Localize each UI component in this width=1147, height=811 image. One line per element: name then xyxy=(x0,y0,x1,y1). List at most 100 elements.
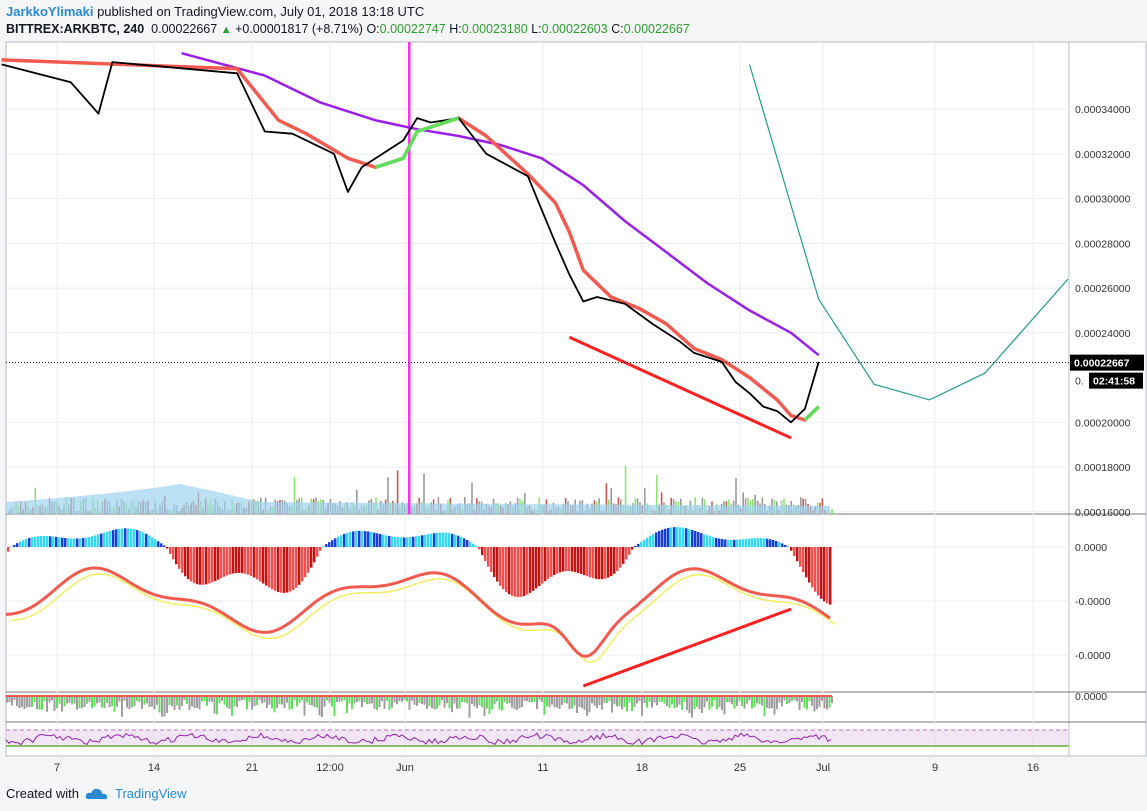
tradingview-link[interactable]: TradingView xyxy=(115,786,187,801)
lower-bar xyxy=(613,696,616,705)
lower-bar xyxy=(453,696,456,704)
lower-bar xyxy=(573,696,576,706)
histogram-bar xyxy=(460,536,463,547)
lower-bar xyxy=(643,696,646,703)
lower-bar xyxy=(176,696,178,706)
lower-bar xyxy=(388,696,391,710)
histogram-bar xyxy=(682,527,685,547)
lower-bar xyxy=(408,696,411,710)
histogram-bar xyxy=(322,546,325,547)
lower-bar xyxy=(456,696,458,709)
lower-bar xyxy=(106,696,108,704)
histogram-bar xyxy=(76,538,79,547)
lower-bar xyxy=(288,696,291,710)
lower-bar xyxy=(78,696,81,709)
chart-canvas[interactable]: 7 14 21 12:00 Jun 11 18 25 Jul 9 16 0.00034000 0.000… xyxy=(0,0,1147,811)
x-tick-label: 9 xyxy=(932,762,938,774)
histogram-bar xyxy=(772,540,775,547)
lower-bar xyxy=(768,696,771,709)
lower-bar xyxy=(561,696,563,706)
lower-bar xyxy=(776,696,778,709)
lower-bar xyxy=(773,696,776,715)
lower-bar xyxy=(798,696,801,710)
histogram-bar xyxy=(517,547,520,598)
histogram-bar xyxy=(328,542,331,547)
lower-bar xyxy=(351,696,353,709)
histogram-bar xyxy=(727,539,730,547)
lower-bar xyxy=(593,696,596,706)
histogram-bar xyxy=(73,538,76,547)
lower-bar xyxy=(498,696,501,710)
histogram-bar xyxy=(484,547,487,561)
histogram-bar xyxy=(634,545,637,547)
histogram-bar xyxy=(826,547,829,604)
lower-bar xyxy=(483,696,486,717)
price-tick-label: 0.00016000 xyxy=(1075,507,1131,519)
histogram-bar xyxy=(688,529,691,547)
lower-bar xyxy=(596,696,598,709)
lower-bar xyxy=(668,696,671,709)
lower-bar xyxy=(261,696,263,704)
lower-bar xyxy=(26,696,28,708)
histogram-bar xyxy=(418,535,421,547)
lower-bar xyxy=(226,696,228,708)
histogram-bar xyxy=(106,531,109,547)
histogram-bar xyxy=(151,537,154,547)
histogram-bar xyxy=(541,547,544,584)
lower-bar xyxy=(603,696,606,703)
x-tick-label: 18 xyxy=(636,762,648,774)
histogram-bar xyxy=(613,547,616,574)
histogram-bar xyxy=(379,534,382,547)
histogram-bar xyxy=(802,547,805,573)
histogram-bar xyxy=(43,535,46,547)
histogram-bar xyxy=(631,547,634,550)
histogram-bar xyxy=(247,547,250,575)
histogram-bar xyxy=(52,536,55,547)
lower-bar xyxy=(128,696,131,709)
lower-bar xyxy=(478,696,481,706)
histogram-bar xyxy=(616,547,619,572)
histogram-bar xyxy=(673,527,676,547)
lower-bar xyxy=(583,696,586,710)
histogram-bar xyxy=(703,534,706,547)
histogram-bar xyxy=(211,547,214,583)
lower-bar xyxy=(591,696,593,704)
lower-bar xyxy=(718,696,721,708)
lower-bar xyxy=(296,696,298,707)
histogram-bar xyxy=(415,536,418,547)
histogram-bar xyxy=(214,547,217,582)
histogram-bar xyxy=(562,547,565,572)
histogram-bar xyxy=(430,533,433,547)
lower-bar xyxy=(313,696,316,708)
histogram-bar xyxy=(100,533,103,547)
lower-bar xyxy=(466,696,468,704)
histogram-bar xyxy=(505,547,508,593)
lower-bar xyxy=(451,696,453,713)
histogram-bar xyxy=(256,547,259,580)
histogram-bar xyxy=(124,528,127,547)
histogram-bar xyxy=(142,532,145,547)
lower-bar xyxy=(563,696,566,703)
histogram-bar xyxy=(535,547,538,589)
histogram-bar xyxy=(355,531,358,547)
histogram-bar xyxy=(82,537,85,547)
histogram-bar xyxy=(676,527,679,547)
x-tick-label: 25 xyxy=(734,762,746,774)
lower-bar xyxy=(11,696,13,706)
lower-bar xyxy=(146,696,148,704)
lower-bar xyxy=(576,696,578,714)
histogram-bar xyxy=(607,547,610,578)
price-label-partial: 0. xyxy=(1075,376,1084,388)
histogram-bar xyxy=(643,539,646,547)
price-tick-label: 0.00020000 xyxy=(1075,417,1131,429)
histogram-bar xyxy=(319,547,322,551)
lower-bar xyxy=(641,696,643,716)
histogram-bar xyxy=(811,547,814,588)
histogram-bar xyxy=(88,536,91,547)
histogram-bar xyxy=(271,547,274,590)
histogram-bar xyxy=(349,531,352,547)
lower-bar xyxy=(686,696,688,710)
lower-bar xyxy=(383,696,386,709)
histogram-bar xyxy=(448,533,451,547)
lower-bar xyxy=(16,696,18,707)
